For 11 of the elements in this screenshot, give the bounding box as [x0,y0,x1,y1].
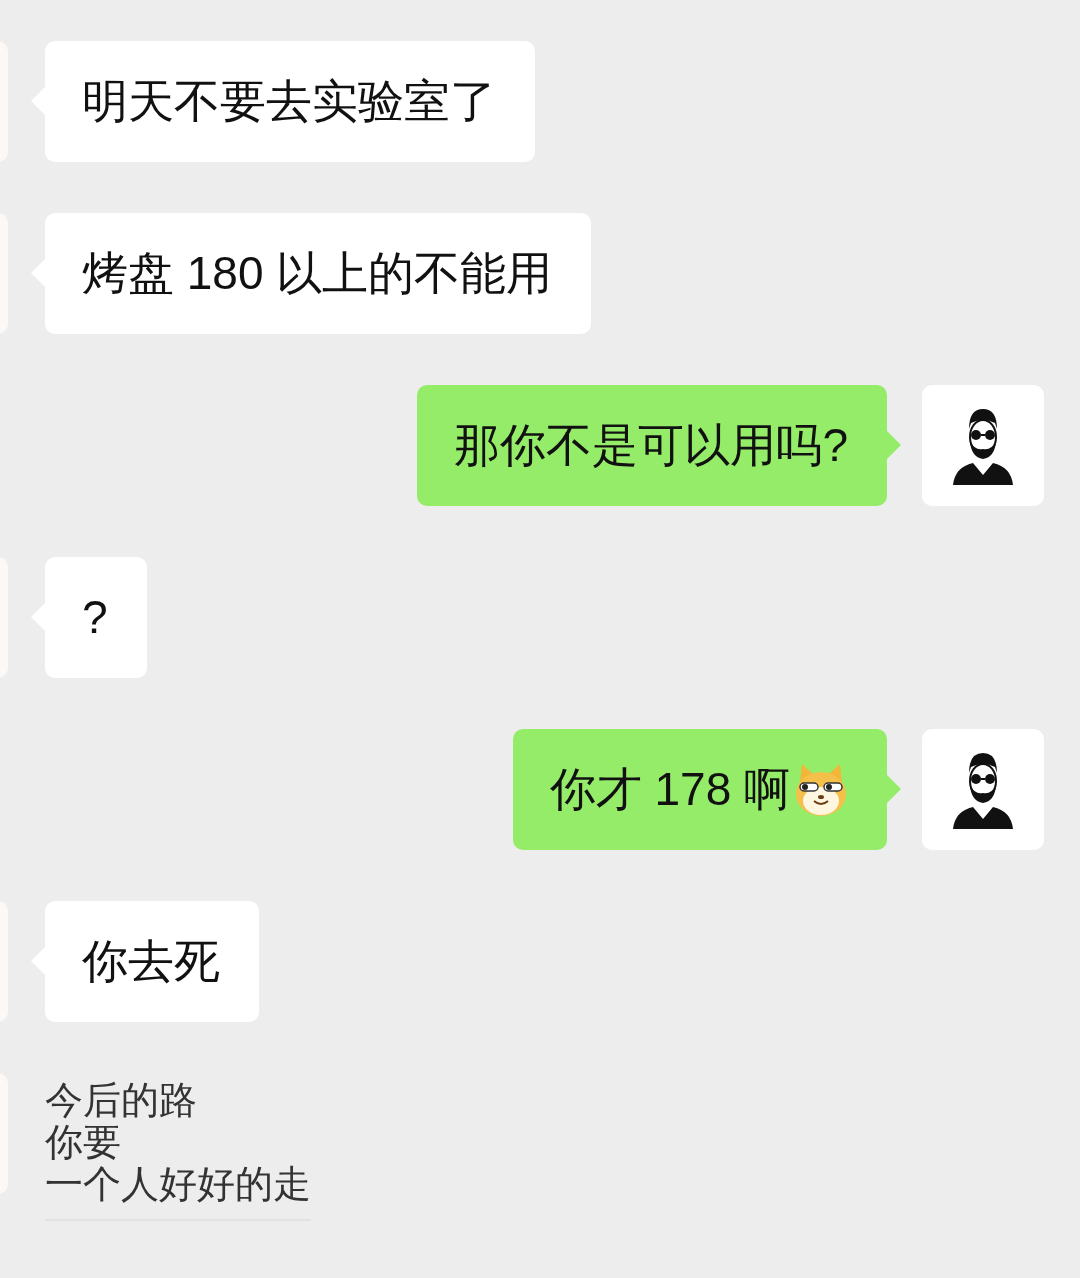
user-avatar[interactable] [922,385,1044,506]
user-avatar[interactable] [922,729,1044,850]
message-line: 一个人好好的走 [45,1163,311,1205]
message-bubble: 你才 178 啊 [512,729,887,850]
message-bubble: 明天不要去实验室了 [45,41,535,162]
message-bubble: 烤盘 180 以上的不能用 [45,213,592,334]
message-line: 今后的路 [45,1079,198,1121]
message-bubble: ? [45,557,147,678]
message-bubble: 你去死 [45,901,259,1022]
message-line: 你要 [45,1121,122,1163]
message-bubble: 那你不是可以用吗? [417,385,887,506]
